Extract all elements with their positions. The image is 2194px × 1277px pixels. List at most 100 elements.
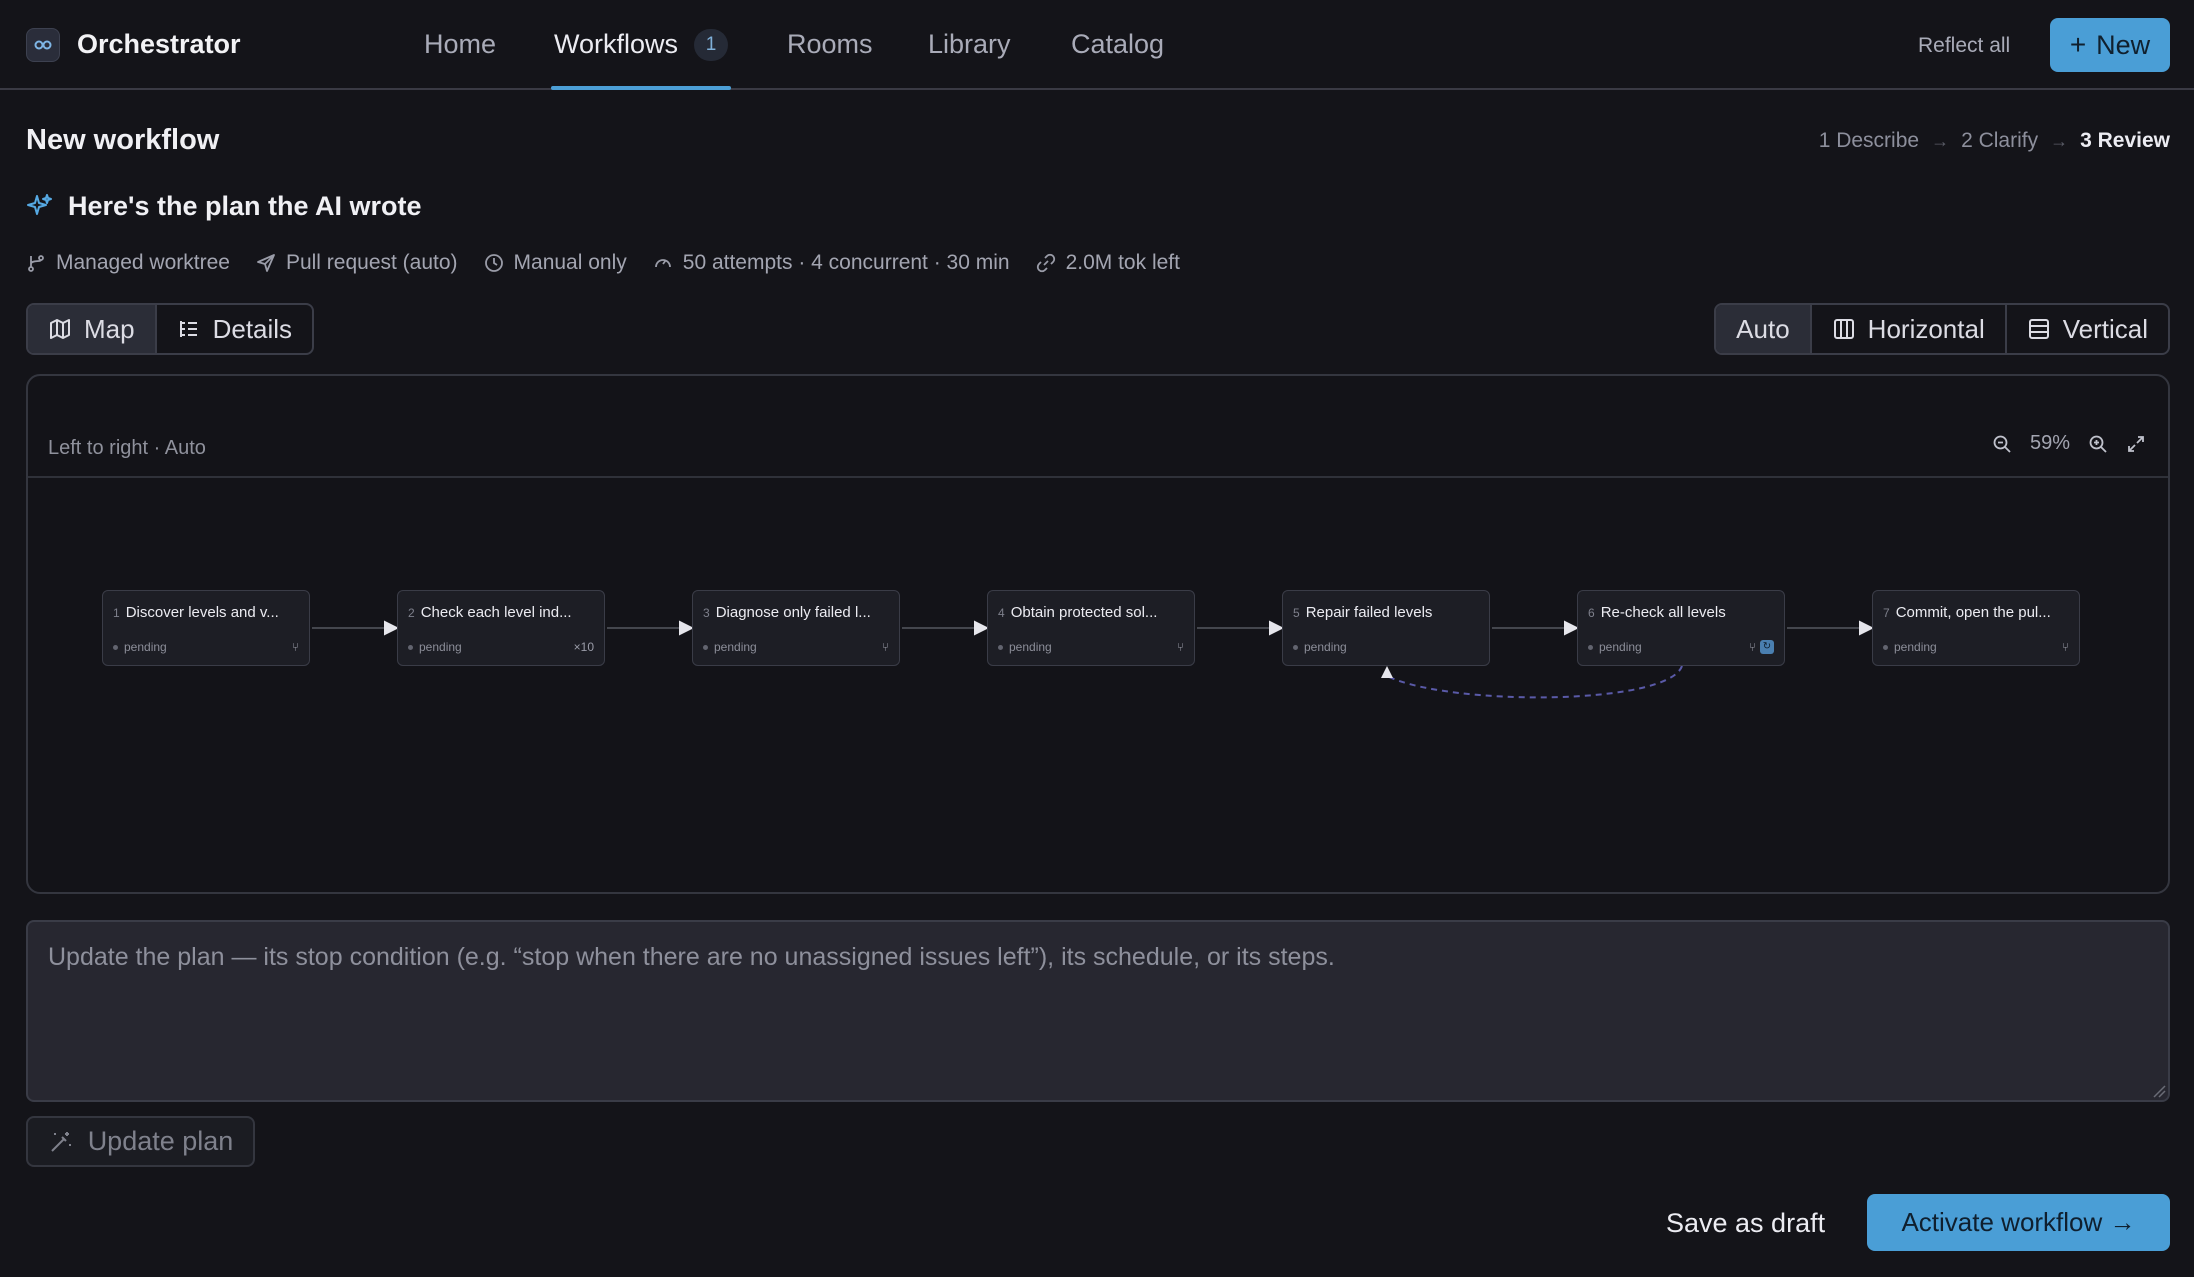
layout-vertical-button[interactable]: Vertical bbox=[2007, 305, 2168, 353]
arrow-right-icon: → bbox=[1931, 131, 1950, 151]
activate-workflow-button[interactable]: Activate workflow → bbox=[1867, 1194, 2170, 1251]
map-view-label: Map bbox=[84, 313, 135, 344]
workflow-node-7[interactable]: 7 Commit, open the pul... pending ⑂ bbox=[1872, 590, 2080, 666]
meta-label: Managed worktree bbox=[56, 251, 230, 274]
node-number: 7 bbox=[1883, 606, 1890, 620]
nav-library[interactable]: Library bbox=[928, 26, 1011, 62]
node-status: pending bbox=[419, 640, 462, 654]
new-button-label: New bbox=[2096, 29, 2151, 60]
list-tree-icon bbox=[177, 317, 201, 341]
arrow-right-icon: → bbox=[2050, 131, 2069, 151]
update-plan-button[interactable]: Update plan bbox=[26, 1116, 255, 1167]
node-status: pending bbox=[714, 640, 757, 654]
nav-home[interactable]: Home bbox=[424, 26, 496, 62]
rows-icon bbox=[2027, 317, 2051, 341]
top-bar: Orchestrator Home Workflows 1 Rooms Libr… bbox=[0, 0, 2194, 90]
meta-label: 50 attempts · 4 concurrent · 30 min bbox=[682, 251, 1010, 274]
branch-icon: ⑂ bbox=[1176, 640, 1184, 654]
status-dot bbox=[408, 644, 413, 650]
node-number: 2 bbox=[408, 606, 415, 620]
plan-heading: Here's the plan the AI wrote bbox=[26, 188, 422, 224]
active-tab-indicator bbox=[551, 86, 731, 90]
layout-toggle: Auto Horizontal Vertical bbox=[1714, 303, 2170, 355]
status-dot bbox=[1293, 644, 1298, 650]
clock-icon bbox=[484, 253, 504, 273]
nav-catalog[interactable]: Catalog bbox=[1071, 26, 1164, 62]
step-clarify[interactable]: 2 Clarify bbox=[1961, 126, 2038, 156]
plus-icon: + bbox=[2069, 29, 2087, 60]
layout-auto-button[interactable]: Auto bbox=[1716, 305, 1812, 353]
meta-schedule: Manual only bbox=[484, 248, 627, 278]
workflow-node-1[interactable]: 1 Discover levels and v... pending ⑂ bbox=[102, 590, 310, 666]
workflow-map-panel: Left to right · Auto 59% 1 Discover level… bbox=[26, 374, 2170, 894]
node-number: 1 bbox=[113, 606, 120, 620]
layout-horizontal-label: Horizontal bbox=[1867, 313, 1985, 344]
meta-label: Pull request (auto) bbox=[285, 251, 458, 274]
nav-workflows[interactable]: Workflows bbox=[554, 26, 678, 62]
page-title: New workflow bbox=[26, 124, 220, 156]
send-icon bbox=[256, 253, 276, 273]
meta-label: Manual only bbox=[513, 251, 627, 274]
workflow-node-6[interactable]: 6 Re-check all levels pending ⑂ ↻ bbox=[1577, 590, 1785, 666]
meta-limits: 50 attempts · 4 concurrent · 30 min bbox=[653, 248, 1010, 278]
reflect-all-button[interactable]: Reflect all bbox=[1918, 31, 2010, 61]
status-dot bbox=[1588, 644, 1593, 650]
loop-back-edge bbox=[1386, 665, 1683, 699]
node-title: Commit, open the pul... bbox=[1895, 604, 2051, 621]
plan-title: Here's the plan the AI wrote bbox=[68, 191, 422, 221]
node-status: pending bbox=[1304, 640, 1347, 654]
wand-icon bbox=[48, 1129, 74, 1155]
link-icon bbox=[1036, 253, 1056, 273]
node-status: pending bbox=[1599, 640, 1642, 654]
status-dot bbox=[1883, 644, 1888, 650]
columns-icon bbox=[1832, 317, 1856, 341]
nav-rooms[interactable]: Rooms bbox=[787, 26, 873, 62]
meta-label: 2.0M tok left bbox=[1065, 251, 1180, 274]
update-plan-input[interactable]: Update the plan — its stop condition (e.… bbox=[26, 920, 2170, 1102]
map-view-button[interactable]: Map bbox=[28, 305, 157, 353]
node-title: Discover levels and v... bbox=[125, 604, 279, 621]
workflow-node-2[interactable]: 2 Check each level ind... pending ×10 bbox=[397, 590, 605, 666]
node-number: 5 bbox=[1293, 606, 1300, 620]
new-button[interactable]: + New bbox=[2050, 18, 2170, 72]
status-dot bbox=[998, 644, 1003, 650]
app-title[interactable]: Orchestrator bbox=[77, 26, 241, 62]
workflows-count-badge: 1 bbox=[694, 29, 728, 61]
step-describe[interactable]: 1 Describe bbox=[1819, 126, 1919, 156]
workflow-node-3[interactable]: 3 Diagnose only failed l... pending ⑂ bbox=[692, 590, 900, 666]
branch-icon: ⑂ bbox=[291, 640, 299, 654]
update-plan-label: Update plan bbox=[87, 1126, 234, 1156]
plan-meta: Managed worktree Pull request (auto) Man… bbox=[26, 248, 1206, 278]
step-review[interactable]: 3 Review bbox=[2080, 126, 2170, 156]
gauge-icon bbox=[653, 253, 673, 273]
layout-auto-label: Auto bbox=[1736, 313, 1790, 344]
meta-pull-request: Pull request (auto) bbox=[256, 248, 458, 278]
app-logo-icon[interactable] bbox=[26, 28, 60, 62]
workflow-node-5[interactable]: 5 Repair failed levels pending bbox=[1282, 590, 1490, 666]
node-number: 4 bbox=[998, 606, 1005, 620]
status-dot bbox=[113, 644, 118, 650]
node-title: Check each level ind... bbox=[420, 604, 572, 621]
loop-icon: ↻ bbox=[1760, 640, 1774, 654]
node-title: Diagnose only failed l... bbox=[715, 604, 871, 621]
branch-icon bbox=[26, 253, 46, 273]
details-view-label: Details bbox=[212, 313, 293, 344]
sparkle-icon bbox=[26, 192, 54, 220]
node-title: Repair failed levels bbox=[1305, 604, 1433, 621]
details-view-button[interactable]: Details bbox=[157, 305, 312, 353]
workflow-node-4[interactable]: 4 Obtain protected sol... pending ⑂ bbox=[987, 590, 1195, 666]
branch-icon: ⑂ bbox=[2061, 640, 2069, 654]
meta-worktree: Managed worktree bbox=[26, 248, 230, 278]
branch-icon: ⑂ bbox=[881, 640, 889, 654]
node-number: 6 bbox=[1588, 606, 1595, 620]
map-icon bbox=[48, 317, 72, 341]
node-title: Re-check all levels bbox=[1600, 604, 1726, 621]
node-number: 3 bbox=[703, 606, 710, 620]
layout-vertical-label: Vertical bbox=[2062, 313, 2148, 344]
branch-icon: ⑂ bbox=[1748, 640, 1756, 654]
save-draft-button[interactable]: Save as draft bbox=[1666, 1205, 1825, 1241]
resize-handle-icon[interactable] bbox=[2152, 1084, 2166, 1098]
wizard-steps: 1 Describe → 2 Clarify → 3 Review bbox=[1819, 126, 2170, 156]
layout-horizontal-button[interactable]: Horizontal bbox=[1812, 305, 2007, 353]
status-dot bbox=[703, 644, 708, 650]
